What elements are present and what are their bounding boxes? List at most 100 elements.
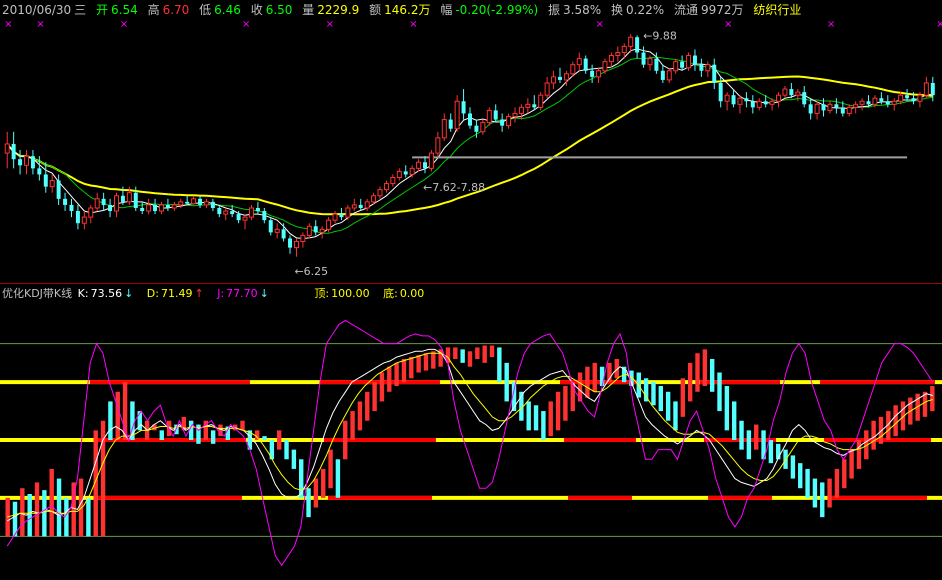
indicator-bar bbox=[350, 411, 355, 440]
candle-body bbox=[814, 103, 820, 114]
indicator-bar bbox=[731, 401, 737, 440]
price-annotation: ←9.88 bbox=[643, 29, 677, 42]
candle-body bbox=[872, 97, 878, 105]
candle-body bbox=[30, 156, 35, 169]
candle-body bbox=[583, 58, 588, 71]
candle-body bbox=[769, 100, 775, 105]
price-annotation: ←7.62-7.88 bbox=[423, 181, 485, 194]
candle-body bbox=[81, 216, 87, 224]
candle-body bbox=[288, 238, 293, 248]
candle-body bbox=[345, 207, 351, 218]
candle-body bbox=[313, 226, 318, 233]
candle-body bbox=[821, 104, 826, 111]
candle-body bbox=[428, 152, 434, 169]
candle-body bbox=[332, 213, 338, 221]
indicator-bar bbox=[453, 347, 458, 359]
indicator-bar bbox=[276, 430, 282, 450]
candle-body bbox=[146, 204, 152, 212]
candle-body bbox=[673, 61, 679, 72]
candle-body bbox=[666, 70, 672, 81]
candle-body bbox=[108, 204, 113, 212]
price-header: 2010/06/30 三 开 6.54 高 6.70 低 6.46 收 6.50 量 222… bbox=[2, 3, 804, 17]
candle-body bbox=[859, 100, 865, 105]
candle-body bbox=[281, 229, 286, 239]
k-arrow-icon: ↓ bbox=[124, 287, 134, 300]
candle-body bbox=[4, 143, 10, 154]
indicator-bar bbox=[893, 405, 898, 437]
candle-body bbox=[686, 55, 692, 69]
candle-body bbox=[705, 64, 711, 72]
indicator-bar bbox=[658, 386, 664, 412]
candle-body bbox=[210, 201, 215, 208]
candle-body bbox=[56, 180, 61, 199]
indicator-k: K: 73.56 ↓ bbox=[77, 287, 134, 300]
candle-body bbox=[24, 155, 29, 166]
indicator-bar bbox=[460, 349, 465, 363]
indicator-bar bbox=[467, 351, 473, 367]
header-date: 2010/06/30 三 bbox=[2, 3, 87, 17]
candle-body bbox=[230, 211, 235, 215]
candle-body bbox=[383, 183, 389, 191]
candle-body bbox=[390, 176, 396, 185]
candle-body bbox=[474, 125, 479, 132]
candle-body bbox=[133, 192, 138, 208]
candle-body bbox=[563, 73, 569, 81]
candle-body bbox=[486, 109, 492, 124]
candle-body bbox=[435, 137, 441, 154]
candle-body bbox=[512, 112, 518, 118]
indicator-bar bbox=[335, 459, 341, 498]
indicator-bar bbox=[643, 378, 649, 402]
candle-body bbox=[789, 89, 794, 96]
candle-body bbox=[776, 94, 782, 102]
indicator-bar bbox=[739, 420, 744, 450]
candle-body bbox=[846, 106, 852, 114]
candle-body bbox=[248, 207, 254, 218]
indicator-bar bbox=[570, 382, 575, 412]
candle-body bbox=[635, 37, 640, 53]
indicator-bar bbox=[365, 391, 370, 421]
candle-body bbox=[396, 170, 402, 178]
indicator-bar bbox=[489, 345, 495, 358]
candle-body bbox=[377, 189, 383, 197]
indicator-bar bbox=[115, 391, 120, 440]
indicator-bar bbox=[328, 449, 333, 489]
indicator-j: J: 77.70 ↓ bbox=[217, 287, 269, 300]
candle-body bbox=[506, 116, 512, 127]
candle-body bbox=[37, 168, 42, 175]
indicator-bar bbox=[820, 482, 825, 518]
candle-body bbox=[69, 204, 74, 212]
header-open: 开 6.54 bbox=[96, 3, 138, 17]
candle-body bbox=[737, 97, 743, 105]
candle-body bbox=[750, 101, 755, 108]
candle-body bbox=[608, 55, 614, 63]
indicator-bar bbox=[673, 401, 678, 431]
candle-body bbox=[185, 201, 190, 204]
indicator-bar bbox=[849, 449, 854, 479]
candle-body bbox=[493, 110, 498, 120]
candle-body bbox=[274, 228, 280, 233]
candle-body bbox=[75, 211, 80, 224]
indicator-bar bbox=[42, 490, 47, 537]
indicator-bar bbox=[798, 463, 803, 489]
cross-marker: × bbox=[36, 19, 44, 30]
indicator-bar bbox=[665, 391, 671, 421]
candle-body bbox=[339, 214, 344, 218]
indicator-bar bbox=[548, 401, 553, 437]
indicator-bar bbox=[687, 362, 693, 402]
cross-marker: × bbox=[4, 19, 12, 30]
indicator-bar bbox=[585, 366, 590, 398]
candle-body bbox=[615, 51, 621, 57]
indicator-bar bbox=[49, 468, 54, 537]
indicator-bar bbox=[680, 378, 686, 417]
candle-body bbox=[538, 94, 544, 108]
indicator-bar bbox=[776, 443, 781, 460]
candle-body bbox=[326, 219, 332, 230]
header-low: 低 6.46 bbox=[199, 3, 241, 17]
indicator-bar bbox=[541, 411, 546, 440]
candle-body bbox=[120, 195, 125, 202]
indicator-bar bbox=[871, 420, 876, 450]
candle-body bbox=[680, 61, 685, 68]
candle-body bbox=[827, 103, 833, 111]
indicator-bar bbox=[709, 359, 715, 392]
candle-body bbox=[654, 58, 659, 71]
